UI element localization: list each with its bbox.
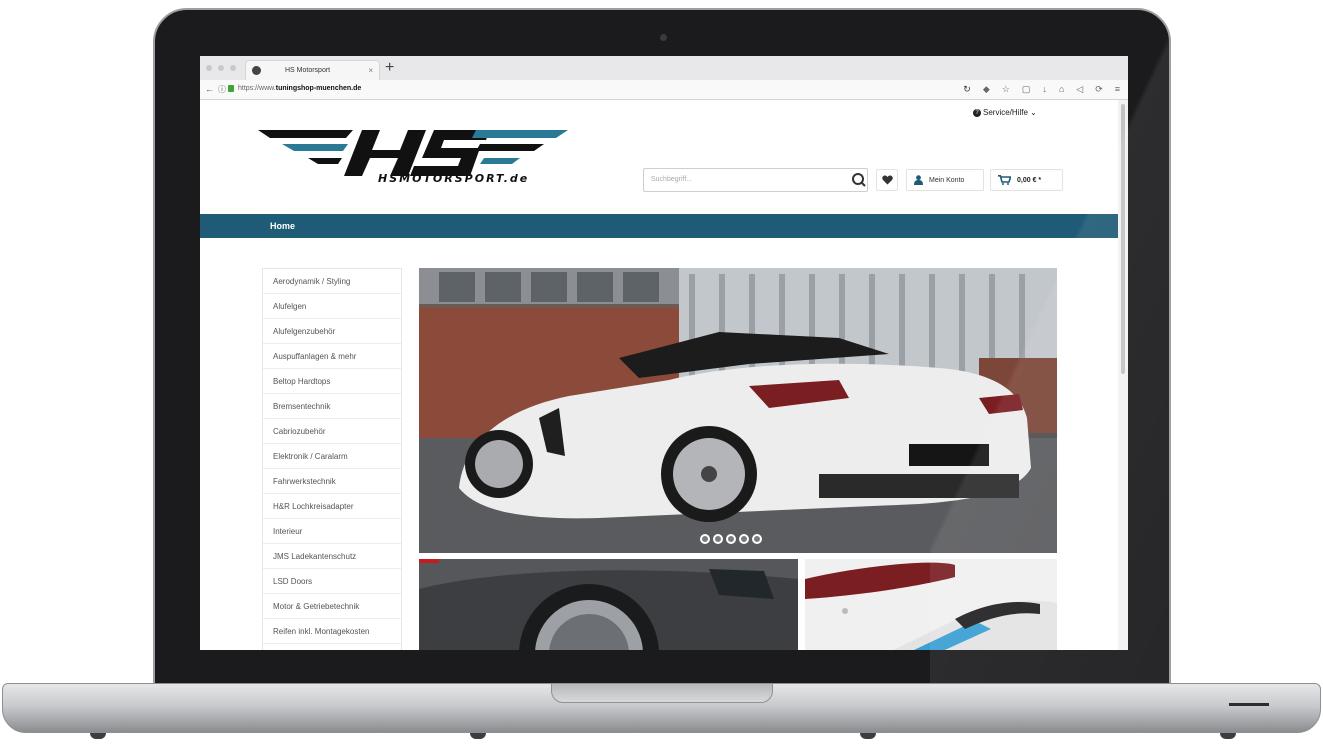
slider-dot[interactable] (713, 534, 723, 544)
slider-dot[interactable] (726, 534, 736, 544)
close-window-button[interactable] (206, 65, 212, 71)
url-text[interactable]: https://www.tuningshop-muenchen.de (238, 85, 361, 92)
back-arrow-icon[interactable]: ← (205, 84, 214, 94)
window-controls[interactable] (206, 65, 236, 71)
menu-icon[interactable]: ≡ (1115, 84, 1120, 95)
browser-toolbar: ↻ ◆ ☆ ▢ ↓ ⌂ ◁ ⟳ ≡ (963, 84, 1120, 95)
wishlist-button[interactable] (876, 169, 898, 191)
address-bar[interactable]: ← ⓘ https://www.tuningshop-muenchen.de ↻… (200, 80, 1128, 100)
tab-close-button[interactable]: × (368, 66, 373, 75)
url-prefix: https://www. (238, 85, 276, 92)
category-item[interactable]: Auspuffanlagen & mehr (263, 344, 401, 369)
logo-wing-right-top (472, 130, 568, 138)
minimize-window-button[interactable] (218, 65, 224, 71)
slider-pagination (700, 534, 762, 544)
download-icon[interactable]: ↓ (1042, 84, 1047, 95)
chevron-down-icon: ⌄ (1030, 108, 1037, 117)
logo-wing-right-low (480, 158, 520, 164)
logo-wing-left-top (258, 130, 353, 138)
hero-slider-image[interactable] (419, 268, 1057, 553)
info-icon[interactable]: ⓘ (218, 84, 226, 95)
category-item[interactable]: Motor & Getriebetechnik (263, 594, 401, 619)
slider-dot[interactable] (752, 534, 762, 544)
nav-item-home[interactable]: Home (270, 221, 295, 231)
main-navigation: Home (200, 214, 1118, 238)
service-label: Service/Hilfe (983, 108, 1028, 117)
search-input[interactable]: Suchbegriff... (643, 168, 868, 192)
heart-icon (881, 175, 893, 185)
laptop-mockup: HS Motorsport × + ← ⓘ https://www.tuning… (0, 0, 1323, 745)
help-icon: ? (973, 108, 981, 117)
laptop-notch (551, 683, 773, 703)
scrollbar-thumb[interactable] (1121, 104, 1125, 374)
logo-wing-left-low (308, 158, 342, 164)
laptop-foot (860, 733, 876, 739)
url-host: tuningshop-muenchen.de (275, 85, 362, 92)
sync-icon[interactable]: ⟳ (1095, 84, 1103, 95)
user-icon (914, 175, 923, 185)
category-item[interactable]: LSD Doors (263, 569, 401, 594)
category-sidebar: Aerodynamik / Styling Alufelgen Alufelge… (262, 268, 402, 650)
teaser-image-wheel[interactable] (419, 559, 798, 650)
logo-wing-right-mid (476, 144, 544, 151)
cart-icon (998, 175, 1011, 185)
camera (660, 34, 667, 41)
category-item[interactable]: JMS Ladekantenschutz (263, 544, 401, 569)
favicon-icon (252, 66, 261, 75)
laptop-foot (1220, 733, 1236, 739)
home-icon[interactable]: ⌂ (1059, 84, 1064, 95)
search-icon[interactable] (849, 168, 869, 192)
slider-dot[interactable] (739, 534, 749, 544)
service-menu[interactable]: ? Service/Hilfe ⌄ (973, 108, 1037, 117)
cart-total: 0,00 € * (1017, 176, 1042, 184)
browser-tab[interactable]: HS Motorsport × (245, 60, 380, 80)
account-label: Mein Konto (929, 176, 965, 184)
category-item[interactable]: Elektronik / Caralarm (263, 444, 401, 469)
category-item[interactable]: Reifen inkl. Montagekosten (263, 619, 401, 644)
logo-wing-left-mid (282, 144, 348, 151)
category-item[interactable]: Fahrwerkstechnik (263, 469, 401, 494)
category-item[interactable]: Interieur (263, 519, 401, 544)
search-placeholder: Suchbegriff... (651, 176, 693, 183)
category-item[interactable]: Cabriozubehör (263, 419, 401, 444)
indicator-line (1229, 703, 1269, 706)
cart-button[interactable]: 0,00 € * (990, 169, 1063, 191)
laptop-foot (90, 733, 106, 739)
tab-bar: HS Motorsport × + (200, 56, 1128, 80)
category-item[interactable]: Alufelgenzubehör (263, 319, 401, 344)
account-button[interactable]: Mein Konto (906, 169, 984, 191)
category-item[interactable]: Aerodynamik / Styling (263, 269, 401, 294)
category-item[interactable]: Bremsentechnik (263, 394, 401, 419)
lock-icon (228, 85, 234, 92)
logo-wordmark: HSMOTORSPORT.de (378, 172, 530, 185)
category-item[interactable]: Beltop Hardtops (263, 369, 401, 394)
sound-icon[interactable]: ◁ (1076, 84, 1083, 95)
teaser-image-bumper[interactable] (805, 559, 1057, 650)
new-tab-button[interactable]: + (385, 60, 394, 76)
tab-title: HS Motorsport (285, 67, 331, 74)
reload-icon[interactable]: ↻ (963, 84, 971, 95)
laptop-foot (470, 733, 486, 739)
reader-icon[interactable]: ▢ (1022, 84, 1031, 95)
slider-dot[interactable] (700, 534, 710, 544)
category-item[interactable]: H&R Lochkreisadapter (263, 494, 401, 519)
star-icon[interactable]: ☆ (1002, 84, 1010, 95)
browser-window: HS Motorsport × + ← ⓘ https://www.tuning… (200, 56, 1128, 650)
category-item[interactable]: Alufelgen (263, 294, 401, 319)
extension-icon[interactable]: ◆ (983, 84, 990, 95)
maximize-window-button[interactable] (230, 65, 236, 71)
